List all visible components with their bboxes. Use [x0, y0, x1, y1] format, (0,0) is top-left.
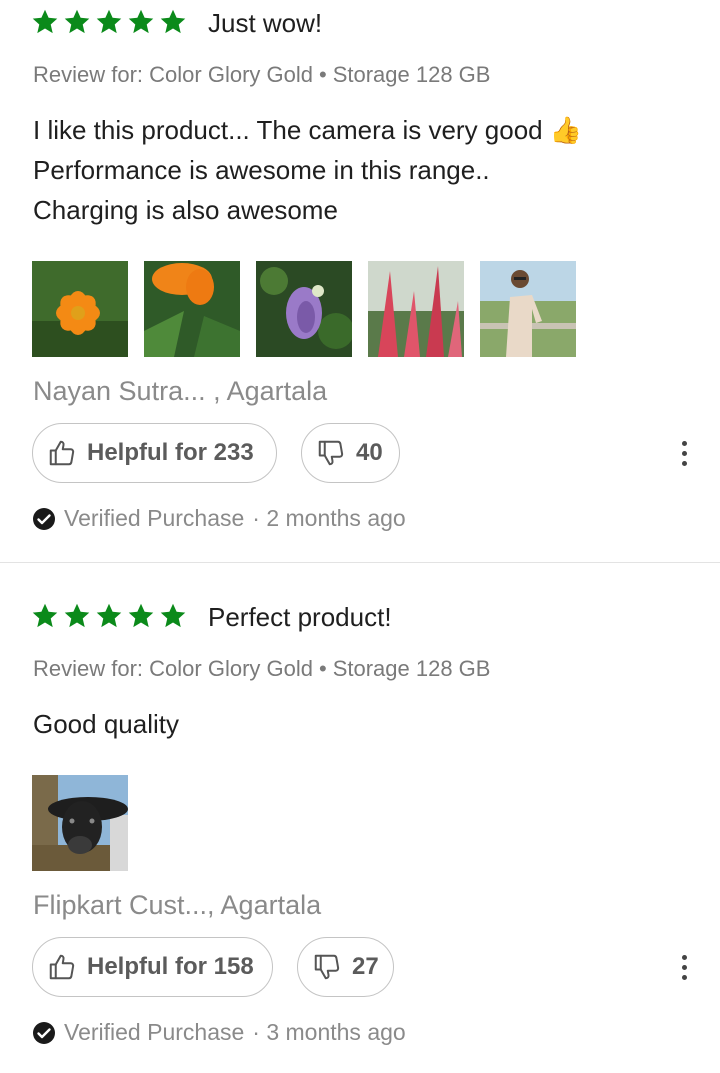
- orange-flower-leaves-photo[interactable]: [144, 261, 240, 357]
- verified-purchase: Verified Purchase · 3 months ago: [32, 1019, 406, 1046]
- review-divider: [0, 562, 720, 563]
- variant-color: Review for: Color Glory Gold: [33, 656, 313, 681]
- review-body-line: Charging is also awesome: [33, 195, 338, 225]
- review-body-line: I like this product... The camera is ver…: [33, 115, 583, 145]
- review-author: Nayan Sutra... , Agartala: [33, 376, 328, 406]
- more-options-icon[interactable]: [674, 433, 694, 473]
- pink-flower-buds-photo[interactable]: [368, 261, 464, 357]
- dislike-count: 40: [356, 439, 383, 466]
- review-body: I like this product... The camera is ver…: [33, 110, 582, 230]
- verified-label: Verified Purchase: [64, 1019, 245, 1045]
- review-title: Perfect product!: [208, 602, 392, 632]
- dislike-button[interactable]: 40: [301, 423, 400, 483]
- dislike-button[interactable]: 27: [297, 937, 394, 997]
- star-icon: [126, 8, 156, 36]
- star-rating: [30, 602, 188, 630]
- variant-storage: Storage 128 GB: [332, 656, 491, 681]
- review-time: · 3 months ago: [252, 1019, 406, 1045]
- review-time: · 2 months ago: [252, 505, 406, 531]
- thumbs-up-icon: [47, 438, 77, 468]
- variant-storage: Storage 128 GB: [332, 62, 491, 87]
- verified-check-icon: [32, 507, 56, 531]
- review-body: Good quality: [33, 704, 179, 744]
- thumbs-down-icon: [312, 952, 342, 982]
- thumbs-down-icon: [316, 438, 346, 468]
- review-author: Flipkart Cust..., Agartala: [33, 890, 322, 920]
- star-rating: [30, 8, 188, 36]
- person-photo[interactable]: [480, 261, 576, 357]
- helpful-label: Helpful for 158: [87, 953, 254, 980]
- helpful-label: Helpful for 233: [87, 439, 254, 466]
- star-icon: [126, 602, 156, 630]
- star-icon: [94, 602, 124, 630]
- verified-label: Verified Purchase: [64, 505, 245, 531]
- orange-flower-photo[interactable]: [32, 261, 128, 357]
- review-photos: [32, 775, 128, 871]
- helpful-button[interactable]: Helpful for 233: [32, 423, 277, 483]
- review-variant: Review for: Color Glory Gold • Storage 128…: [33, 656, 491, 681]
- verified-purchase: Verified Purchase · 2 months ago: [32, 505, 406, 532]
- purple-flower-photo[interactable]: [256, 261, 352, 357]
- review-variant: Review for: Color Glory Gold • Storage 128…: [33, 62, 491, 87]
- star-icon: [158, 602, 188, 630]
- dislike-count: 27: [352, 953, 379, 980]
- review-photos: [32, 261, 576, 357]
- review-card: Perfect product! Review for: Color Glory…: [0, 594, 720, 1073]
- star-icon: [94, 8, 124, 36]
- star-icon: [62, 602, 92, 630]
- star-icon: [62, 8, 92, 36]
- thumbs-up-icon: [47, 952, 77, 982]
- verified-check-icon: [32, 1021, 56, 1045]
- review-body-line: Good quality: [33, 709, 179, 739]
- star-icon: [30, 602, 60, 630]
- star-icon: [30, 8, 60, 36]
- variant-color: Review for: Color Glory Gold: [33, 62, 313, 87]
- review-title: Just wow!: [208, 8, 323, 38]
- helpful-button[interactable]: Helpful for 158: [32, 937, 273, 997]
- star-icon: [158, 8, 188, 36]
- review-card: Just wow! Review for: Color Glory Gold • S…: [0, 0, 720, 562]
- review-body-line: Performance is awesome in this range..: [33, 155, 490, 185]
- cow-photo[interactable]: [32, 775, 128, 871]
- more-options-icon[interactable]: [674, 947, 694, 987]
